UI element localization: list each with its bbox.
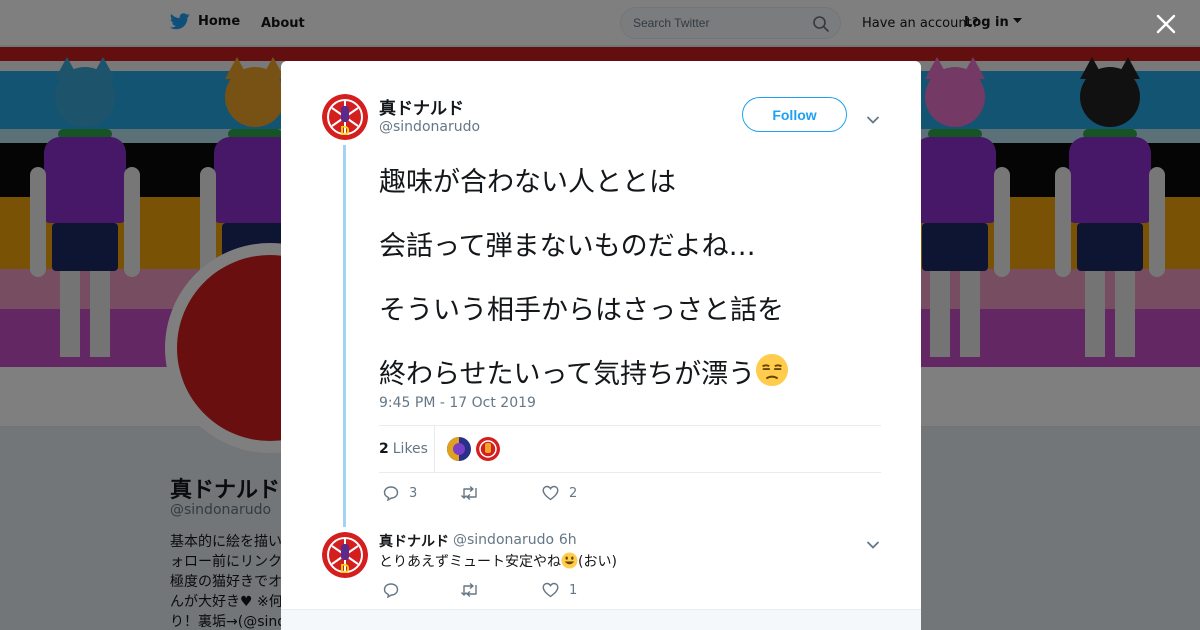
reply-retweet-action[interactable]	[460, 582, 490, 598]
stats-divider	[434, 426, 435, 472]
likes-label: Likes	[392, 441, 428, 457]
reply-text-start: とりあえずミュート安定やね	[379, 554, 561, 570]
tweet-stats: 2 Likes	[379, 425, 881, 473]
close-icon[interactable]	[1154, 12, 1178, 36]
tweet-line: そういう相手からはさっさと話を	[379, 295, 784, 326]
reply-icon	[383, 486, 399, 501]
reply-text-end: (おい)	[578, 554, 617, 570]
reply-like-action[interactable]: 1	[542, 582, 577, 598]
heart-icon	[542, 582, 559, 598]
tweet-line: 終わらせたいって気持ちが漂う	[379, 359, 756, 390]
chevron-down-icon[interactable]	[866, 535, 880, 554]
reply-action[interactable]: 3	[383, 485, 417, 501]
thread-line	[343, 145, 346, 527]
reply-reply-action[interactable]	[383, 582, 409, 598]
reply-count: 3	[409, 485, 418, 501]
like-count: 2	[569, 485, 578, 501]
tweet-line: 会話って弾まないものだよね…	[379, 231, 756, 262]
unamused-face-icon	[756, 353, 789, 387]
follow-button[interactable]: Follow	[742, 97, 847, 132]
likes-number: 2	[379, 441, 389, 457]
heart-icon	[542, 485, 559, 501]
author-avatar[interactable]: D	[322, 94, 368, 140]
reply-timestamp[interactable]: · 6h	[550, 532, 577, 548]
svg-text:D: D	[340, 561, 349, 576]
like-action[interactable]: 2	[542, 485, 577, 501]
reply-author-avatar[interactable]: D	[322, 532, 368, 578]
reply-like-count: 1	[569, 582, 578, 598]
reply-author-handle[interactable]: @sindonarudo	[453, 532, 554, 548]
retweet-icon	[461, 485, 477, 501]
chevron-down-icon[interactable]	[866, 110, 880, 129]
tweet-line: 趣味が合わない人ととは	[379, 167, 676, 198]
retweet-icon	[461, 582, 477, 598]
tweet-text: 趣味が合わない人ととは 会話って弾まないものだよね… そういう相手からはさっさと…	[379, 151, 839, 407]
author-name[interactable]: 真ドナルド	[379, 94, 464, 119]
grinning-face-icon	[561, 552, 578, 569]
modal-footer	[281, 609, 921, 630]
reply-author-name[interactable]: 真ドナルド	[379, 531, 449, 551]
liker-avatar[interactable]	[447, 437, 471, 461]
liker-avatar[interactable]	[476, 437, 500, 461]
tweet-timestamp[interactable]: 9:45 PM - 17 Oct 2019	[379, 395, 536, 411]
likes-count[interactable]: 2 Likes	[379, 441, 428, 457]
reply-text: とりあえずミュート安定やね (おい)	[379, 551, 617, 571]
svg-text:D: D	[340, 123, 349, 138]
reply-icon	[383, 583, 399, 598]
author-handle[interactable]: @sindonarudo	[379, 119, 480, 135]
tweet-modal: D 真ドナルド @sindonarudo Follow 趣味が合わない人ととは …	[281, 61, 921, 630]
retweet-action[interactable]	[460, 485, 490, 501]
